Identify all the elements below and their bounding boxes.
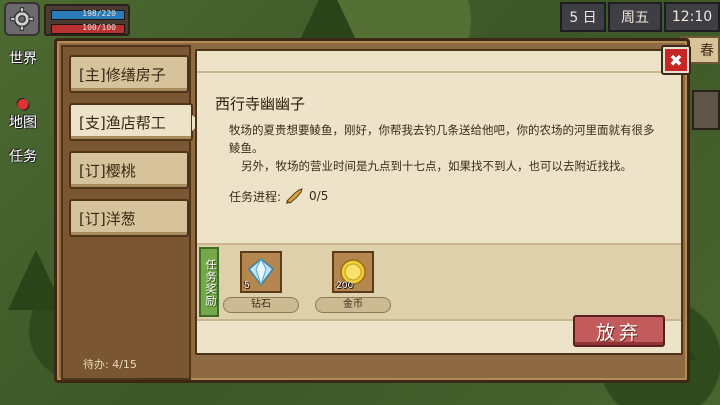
weekday-display: 周五: [608, 2, 662, 32]
tab-cherry[interactable]: [订]樱桃: [69, 151, 189, 189]
quest-progress: 任务进程: 0/5: [229, 187, 328, 205]
tree: [300, 0, 356, 40]
give-up-button[interactable]: 放弃: [573, 315, 665, 347]
quest-detail-panel: ✖ 西行寺幽幽子 牧场的夏贵想要鲮鱼，刚好，你帮我去钓几条送给他吧，你的农场的河…: [195, 45, 691, 355]
day-display: 5 日: [560, 2, 606, 32]
reward-slot: 5: [240, 251, 282, 293]
hp-value: 100/100: [82, 23, 116, 32]
map-menu-button[interactable]: ● 地图: [0, 96, 46, 132]
map-label: 地图: [9, 115, 37, 131]
rewards-tag: 任务奖励: [199, 247, 219, 317]
hp-bar: 100/100: [51, 23, 125, 34]
tab-onion[interactable]: [订]洋葱: [69, 199, 189, 237]
reward-item[interactable]: 5 钻石: [221, 251, 301, 313]
tab-fish-shop-help[interactable]: [支]渔店帮工: [69, 103, 201, 141]
reward-name: 金币: [315, 297, 391, 313]
tab-repair-house[interactable]: [主]修缮房子: [69, 55, 189, 93]
side-panel-right: [692, 90, 720, 130]
reward-qty: 5: [244, 281, 250, 291]
diamond-icon: [247, 257, 275, 287]
reward-name: 钻石: [223, 297, 299, 313]
quest-description-line2: 另外，牧场的营业时间是九点到十七点，如果找不到人，也可以去附近找找。: [241, 159, 632, 173]
pending-count: 待办: 4/15: [83, 358, 137, 371]
gear-icon: [10, 7, 34, 31]
reward-qty: 200: [336, 281, 354, 291]
mp-value: 198/220: [82, 9, 116, 18]
world-menu-button[interactable]: 世界: [0, 48, 46, 68]
time-display: 12:10: [664, 2, 720, 32]
fish-icon: [286, 188, 303, 204]
quest-tabs-panel: [主]修缮房子 [支]渔店帮工 [订]樱桃 [订]洋葱 待办: 4/15: [61, 45, 201, 380]
rewards-section: 任务奖励 5 钻石 200 金币: [197, 243, 681, 321]
quest-description-line1: 牧场的夏贵想要鲮鱼，刚好，你帮我去钓几条送给他吧，你的农场的河里面就有很多鲮鱼。: [229, 123, 655, 155]
reward-item[interactable]: 200 金币: [313, 251, 393, 313]
quest-description: 牧场的夏贵想要鲮鱼，刚好，你帮我去钓几条送给他吧，你的农场的河里面就有很多鲮鱼。…: [229, 121, 655, 175]
tasks-label: 任务: [9, 149, 37, 165]
date-time-bar: 5 日 周五 12:10: [560, 0, 720, 34]
reward-slot: 200: [332, 251, 374, 293]
map-pin-icon: ●: [16, 96, 30, 112]
close-icon: ✖: [665, 49, 687, 71]
quest-dialog: [主]修缮房子 [支]渔店帮工 [订]樱桃 [订]洋葱 待办: 4/15 ✖ 西…: [54, 38, 691, 383]
mp-bar: 198/220: [51, 9, 125, 20]
world-label: 世界: [9, 51, 37, 67]
progress-label: 任务进程:: [229, 189, 282, 204]
settings-button[interactable]: [4, 2, 40, 36]
tasks-menu-button[interactable]: 任务: [0, 146, 46, 166]
panel-header-strip: [197, 51, 681, 73]
quest-giver-name: 西行寺幽幽子: [215, 95, 306, 113]
progress-value: 0/5: [309, 189, 329, 203]
close-button[interactable]: ✖: [661, 45, 691, 75]
status-bars: 198/220 100/100: [44, 4, 130, 36]
